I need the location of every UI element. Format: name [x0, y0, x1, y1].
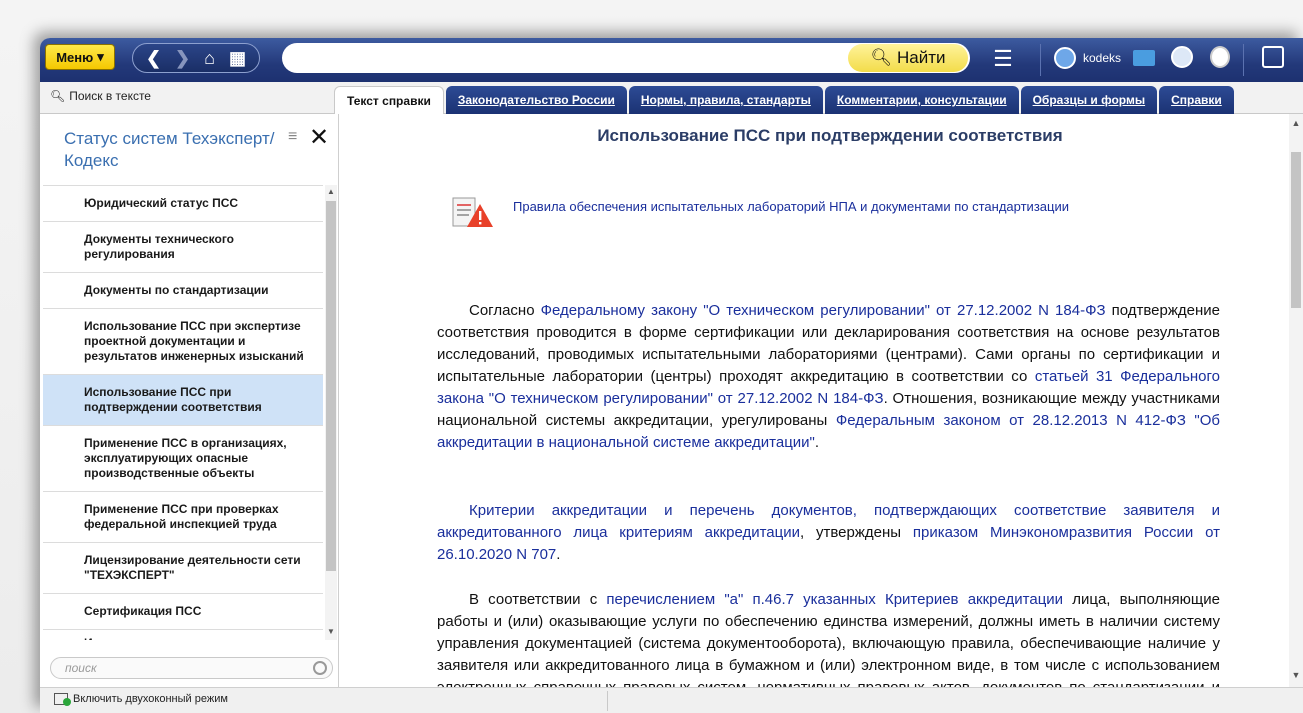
magnifier-icon: 🔍︎ — [870, 48, 893, 67]
forward-icon[interactable]: ❯ — [175, 48, 190, 69]
sidebar-scrollbar[interactable]: ▲ ▼ — [325, 185, 337, 640]
text-span: , утверждены — [799, 524, 913, 541]
hamburger-menu-icon[interactable]: ☰ — [990, 46, 1016, 72]
document-warning-icon — [452, 197, 493, 227]
sidebar-item[interactable]: Юридический статус ПСС — [43, 186, 323, 222]
menu-button[interactable]: Меню ▾ — [45, 44, 115, 70]
search-in-text-label: Поиск в тексте — [69, 89, 151, 103]
tab-references[interactable]: Справки — [1159, 86, 1234, 114]
law-184-link[interactable]: Федеральному закону "О техническом регул… — [541, 302, 1106, 319]
sidebar-item[interactable]: Документы по стандартизации — [43, 273, 323, 309]
stopwatch-icon[interactable] — [1210, 46, 1230, 68]
sidebar-scroll-thumb[interactable] — [326, 201, 336, 571]
sidebar-item[interactable]: Применение ПСС при проверках федеральной… — [43, 492, 323, 543]
two-window-label: Включить двухоконный режим — [73, 693, 228, 705]
history-clock-icon[interactable] — [1171, 46, 1193, 68]
content-scroll-thumb[interactable] — [1291, 152, 1301, 308]
find-button-label: Найти — [897, 48, 946, 67]
item-46-7-link[interactable]: перечислением "а" п.46.7 указанных Крите… — [606, 591, 1063, 608]
username-label[interactable]: kodeks — [1083, 51, 1121, 65]
find-button[interactable]: 🔍︎ Найти — [848, 44, 968, 72]
sidebar-title: Статус систем Техэксперт/Кодекс — [64, 129, 275, 170]
close-icon[interactable]: ✕ — [309, 123, 329, 152]
two-window-icon — [54, 693, 71, 706]
sidebar-menu-icon[interactable]: ≡ — [288, 128, 297, 146]
tab-russian-legislation[interactable]: Законодательство России — [445, 86, 627, 114]
sidebar-search-input[interactable]: поиск — [50, 657, 333, 679]
tab-samples-forms[interactable]: Образцы и формы — [1020, 86, 1158, 114]
text-span: . — [814, 434, 820, 451]
tab-reference-text[interactable]: Текст справки — [334, 86, 444, 114]
two-window-mode-button[interactable]: Включить двухоконный режим — [54, 693, 228, 706]
content-scrollbar[interactable]: ▲ ▼ — [1289, 114, 1303, 687]
contents-sidebar: Статус систем Техэксперт/Кодекс ≡ ✕ Юрид… — [43, 114, 339, 687]
sidebar-item[interactable]: Сертификация ПСС — [43, 594, 323, 630]
top-toolbar: Меню ▾ ❮ ❯ ⌂ ▦ 🔍︎ Найти ☰ kodeks — [40, 38, 1303, 82]
screen-background: Меню ▾ ❮ ❯ ⌂ ▦ 🔍︎ Найти ☰ kodeks 🔍︎ Поис… — [0, 0, 1303, 713]
clear-search-icon[interactable] — [313, 661, 327, 675]
back-icon[interactable]: ❮ — [146, 48, 161, 69]
tabs-row: 🔍︎ Поиск в тексте Текст справки Законода… — [40, 82, 1303, 114]
toolbar-divider — [1243, 44, 1244, 76]
navigation-group: ❮ ❯ ⌂ ▦ — [132, 43, 260, 73]
scroll-down-icon[interactable]: ▼ — [325, 627, 337, 636]
sidebar-item[interactable]: Исключительное право на — [43, 630, 323, 640]
feedback-note-icon[interactable] — [1262, 46, 1284, 68]
search-icon: 🔍︎ — [50, 89, 66, 103]
document-tabs: Текст справки Законодательство России Но… — [334, 86, 1234, 114]
sidebar-item[interactable]: Документы технического регулирования — [43, 222, 323, 273]
user-avatar-icon[interactable] — [1054, 47, 1076, 69]
page-title: Использование ПСС при подтверждении соот… — [597, 126, 1063, 145]
folder-icon[interactable] — [1133, 50, 1155, 66]
warning-document-link[interactable]: Правила обеспечения испытательных лабора… — [513, 199, 1069, 214]
sidebar-item[interactable]: Использование ПСС при экспертизе проектн… — [43, 309, 323, 375]
tab-norms-standards[interactable]: Нормы, правила, стандарты — [628, 86, 823, 114]
text-span: Согласно — [469, 302, 541, 319]
sidebar-search-placeholder: поиск — [65, 661, 97, 675]
paragraph-3: В соответствии с перечислением "а" п.46.… — [437, 589, 1220, 687]
status-bar: Включить двухоконный режим — [40, 687, 1303, 713]
paragraph-2: Критерии аккредитации и перечень докумен… — [437, 500, 1220, 566]
document-content: Использование ПСС при подтверждении соот… — [340, 114, 1289, 687]
sidebar-item-active[interactable]: Использование ПСС при подтверждении соот… — [43, 375, 323, 426]
home-icon[interactable]: ⌂ — [204, 48, 215, 69]
menu-button-label: Меню — [56, 49, 94, 65]
scroll-up-icon[interactable]: ▲ — [1289, 118, 1303, 128]
paragraph-1: Согласно Федеральному закону "О техничес… — [437, 300, 1220, 454]
tab-comments[interactable]: Комментарии, консультации — [824, 86, 1019, 114]
app-window: Меню ▾ ❮ ❯ ⌂ ▦ 🔍︎ Найти ☰ kodeks 🔍︎ Поис… — [40, 38, 1303, 713]
search-in-text-button[interactable]: 🔍︎ Поиск в тексте — [50, 89, 151, 103]
status-divider — [607, 691, 608, 711]
scroll-down-icon[interactable]: ▼ — [1289, 670, 1303, 680]
toolbar-divider — [1040, 44, 1041, 76]
sidebar-item[interactable]: Применение ПСС в организациях, эксплуати… — [43, 426, 323, 492]
text-span: . — [556, 546, 561, 563]
menu-dropdown-icon: ▾ — [97, 49, 104, 64]
sidebar-item[interactable]: Лицензирование деятельности сети "ТЕХЭКС… — [43, 543, 323, 594]
grid-icon[interactable]: ▦ — [229, 48, 246, 69]
sidebar-list: Юридический статус ПСС Документы техниче… — [43, 185, 323, 640]
scroll-up-icon[interactable]: ▲ — [325, 187, 337, 196]
text-span: В соответствии с — [469, 591, 607, 608]
